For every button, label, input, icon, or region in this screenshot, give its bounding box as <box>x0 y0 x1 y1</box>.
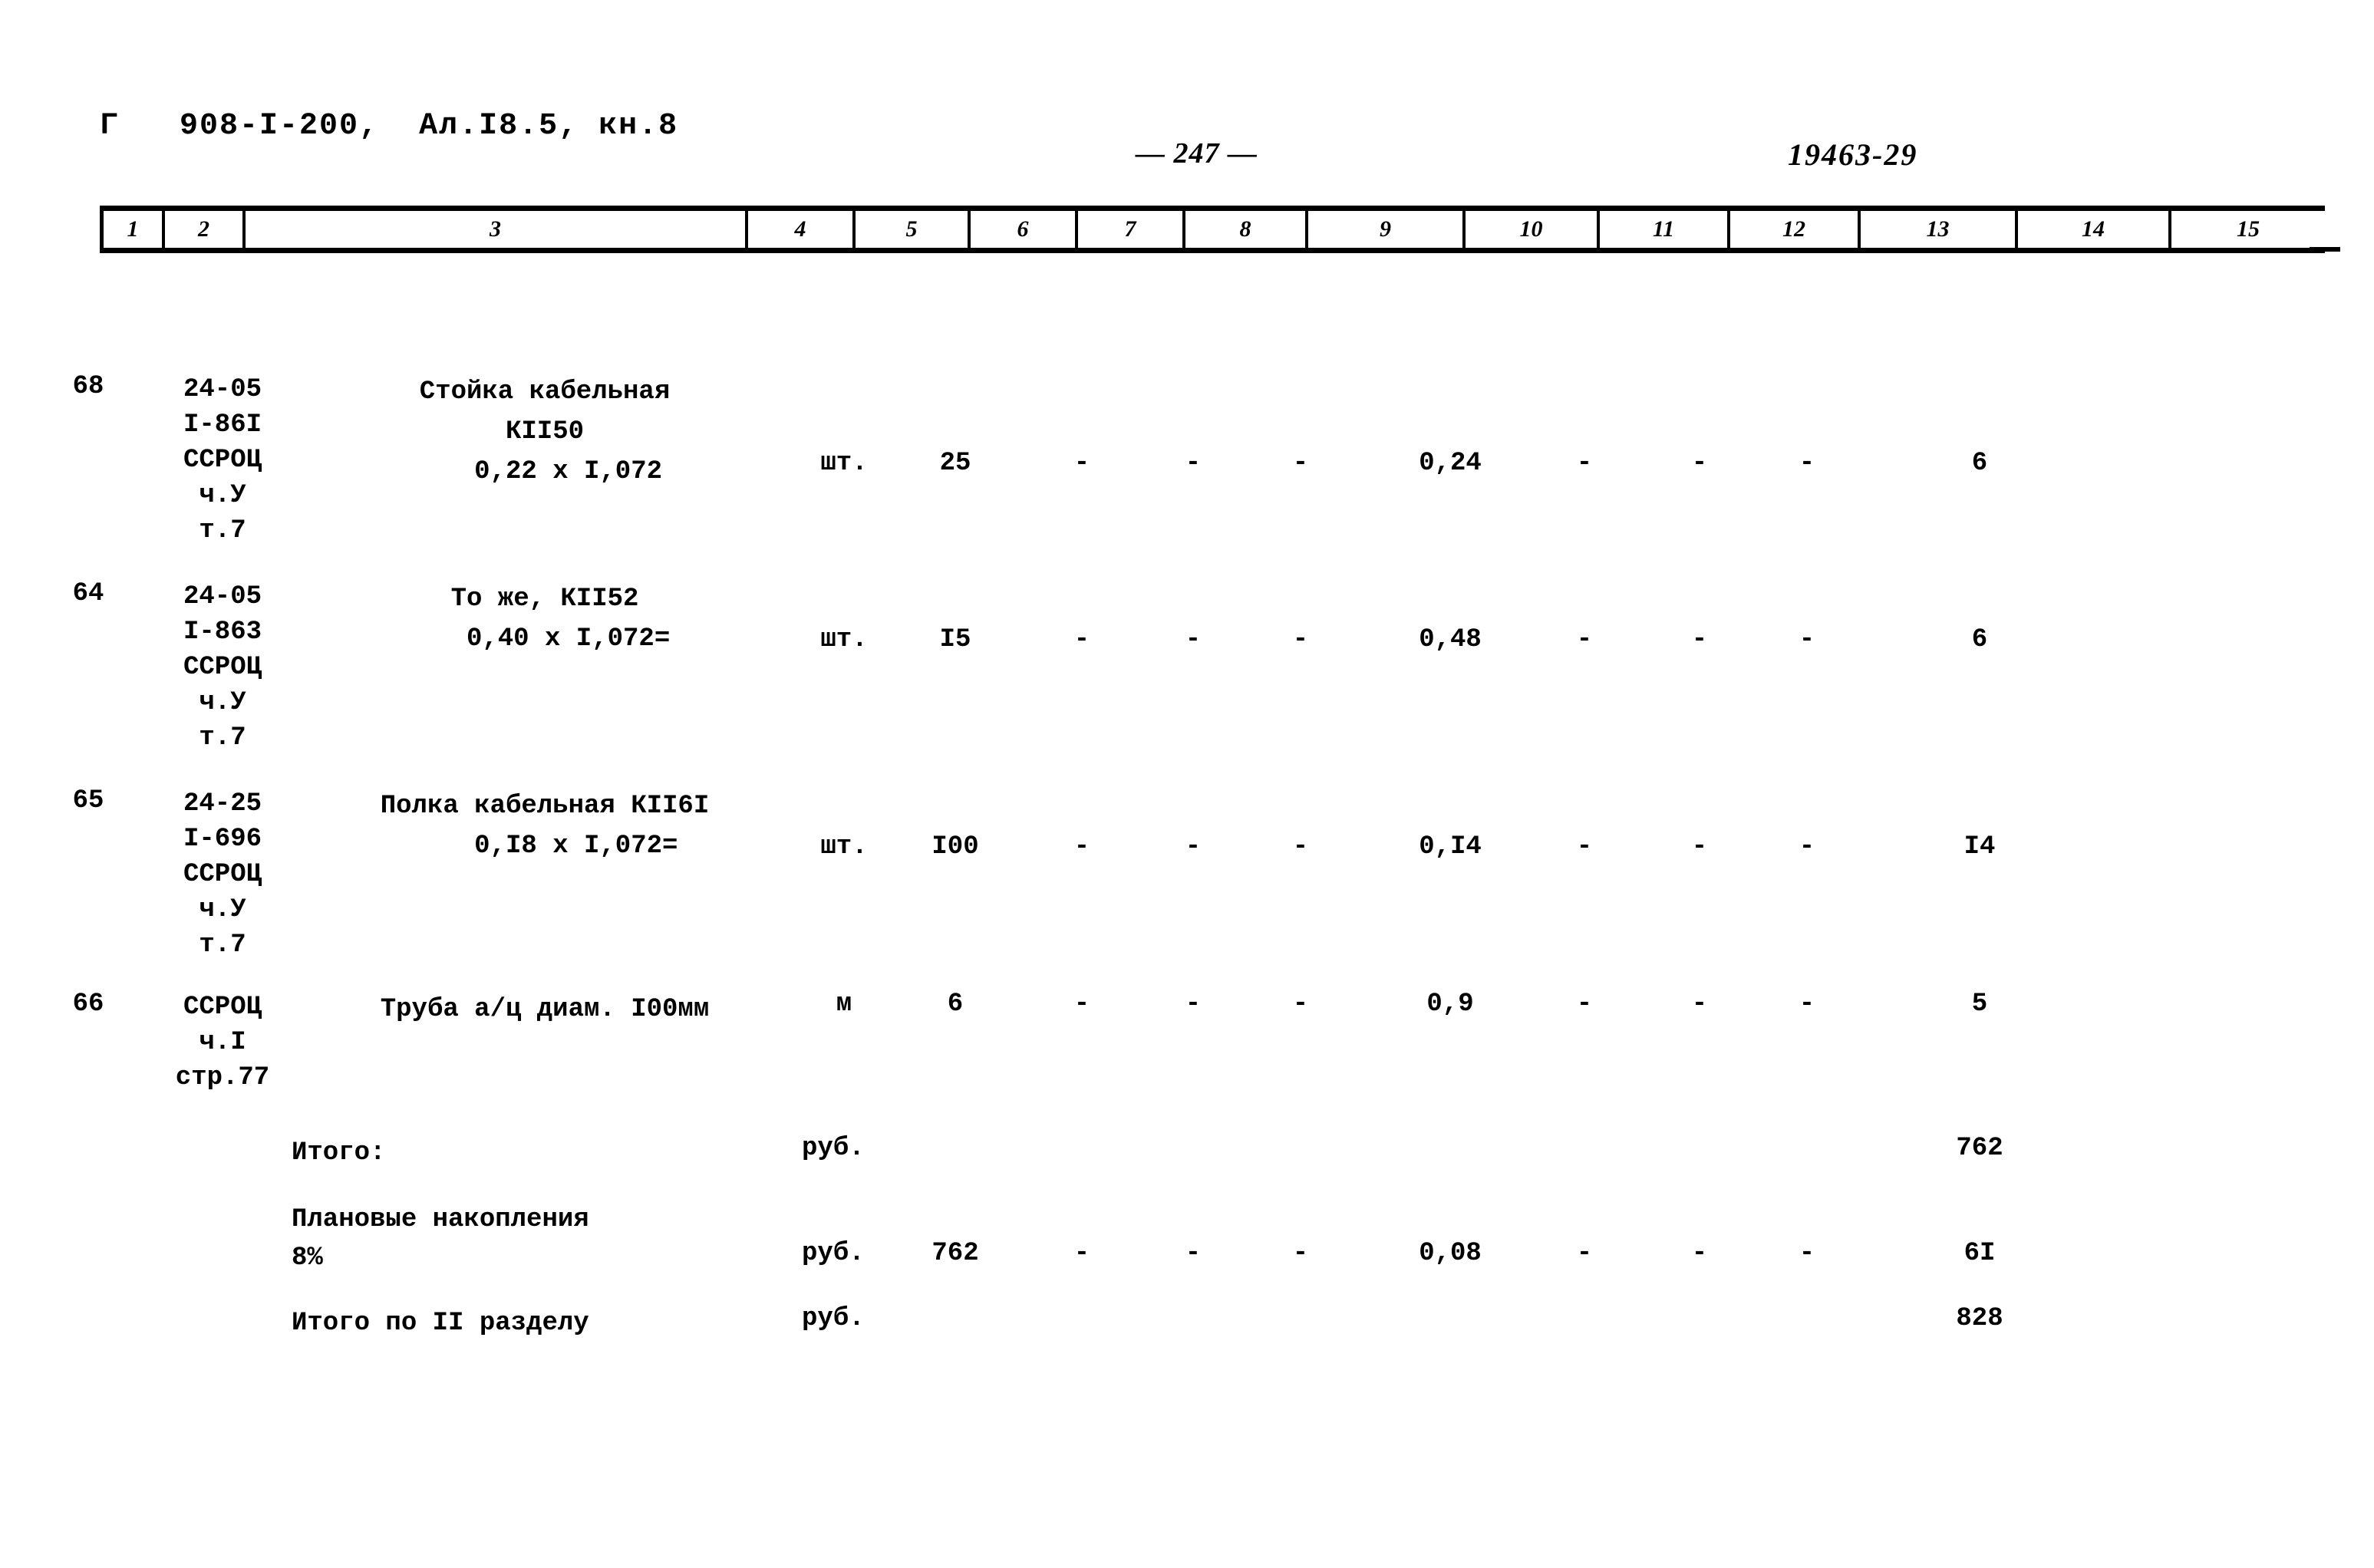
row-code: 24-25 I-696 ССРОЦ ч.У т.7 <box>183 789 262 960</box>
row-col13: 6 <box>1971 449 1988 478</box>
column-header-2: 2 <box>165 211 246 248</box>
row-number: 64 <box>72 579 104 608</box>
row-description: Стойка кабельная КII50 0,22 х I,072 <box>419 377 671 486</box>
row-col11: - <box>1691 832 1708 861</box>
row-col8: - <box>1292 990 1309 1019</box>
row-col9: 0,9 <box>1426 990 1474 1019</box>
column-header-8: 8 <box>1185 211 1308 248</box>
row-col9: 0,24 <box>1419 449 1482 478</box>
column-header-13: 13 <box>1861 211 2018 248</box>
summary-label: Итого по II разделу <box>292 1309 589 1338</box>
column-header-1: 1 <box>104 211 165 248</box>
row-number: 68 <box>72 372 104 401</box>
document-code: 19463-29 <box>1788 137 1918 172</box>
row-col10: - <box>1576 990 1593 1019</box>
summary-unit: руб. <box>802 1239 865 1268</box>
summary-col13: 762 <box>1956 1134 2003 1163</box>
row-col13: I4 <box>1963 832 1996 861</box>
row-col5: I5 <box>939 625 971 654</box>
row-col5: 6 <box>947 990 964 1019</box>
row-unit: шт. <box>820 449 868 478</box>
row-col7: - <box>1185 990 1202 1019</box>
summary-col12: - <box>1799 1239 1815 1268</box>
document-heading: Г 908-I-200, Ал.I8.5, кн.8 <box>100 109 679 143</box>
row-description: Полка кабельная КII6I 0,I8 х I,072= <box>380 792 710 861</box>
row-col13: 5 <box>1971 990 1988 1019</box>
row-number: 65 <box>72 786 104 815</box>
header-rule-tail <box>2310 247 2340 252</box>
row-col10: - <box>1576 625 1593 654</box>
row-col8: - <box>1292 625 1309 654</box>
row-col12: - <box>1799 625 1815 654</box>
summary-col13: 828 <box>1956 1304 2003 1333</box>
row-col5: I00 <box>931 832 979 861</box>
summary-label: Плановые накопления 8% <box>292 1205 589 1273</box>
row-col11: - <box>1691 625 1708 654</box>
summary-unit: руб. <box>802 1304 865 1333</box>
column-header-7: 7 <box>1078 211 1185 248</box>
table-column-header: 1 2 3 4 5 6 7 8 9 10 11 12 13 14 15 <box>100 206 2325 253</box>
row-code: ССРОЦ ч.I стр.77 <box>175 993 270 1092</box>
column-header-4: 4 <box>748 211 856 248</box>
row-col5: 25 <box>939 449 971 478</box>
summary-col9: 0,08 <box>1419 1239 1482 1268</box>
row-number: 66 <box>72 990 104 1019</box>
row-col6: - <box>1073 625 1090 654</box>
row-col7: - <box>1185 625 1202 654</box>
column-header-9: 9 <box>1308 211 1466 248</box>
row-code: 24-05 I-86I ССРОЦ ч.У т.7 <box>183 375 262 545</box>
summary-col13: 6I <box>1963 1239 1996 1268</box>
row-description: То же, КII52 0,40 х I,072= <box>450 585 671 654</box>
column-header-12: 12 <box>1730 211 1861 248</box>
row-col6: - <box>1073 990 1090 1019</box>
summary-col6: - <box>1073 1239 1090 1268</box>
row-unit: м <box>836 990 852 1019</box>
column-header-5: 5 <box>856 211 971 248</box>
row-col8: - <box>1292 449 1309 478</box>
row-col10: - <box>1576 832 1593 861</box>
row-col12: - <box>1799 832 1815 861</box>
column-header-15: 15 <box>2237 216 2260 242</box>
row-col10: - <box>1576 449 1593 478</box>
row-col6: - <box>1073 449 1090 478</box>
page-number: — 247 — <box>1136 137 1258 170</box>
column-header-10: 10 <box>1466 211 1600 248</box>
column-header-3: 3 <box>246 211 748 248</box>
scanned-document-page: Г 908-I-200, Ал.I8.5, кн.8 — 247 — 19463… <box>0 0 2374 1568</box>
row-col13: 6 <box>1971 625 1988 654</box>
summary-col5: 762 <box>931 1239 979 1268</box>
summary-col11: - <box>1691 1239 1708 1268</box>
row-col7: - <box>1185 832 1202 861</box>
summary-col10: - <box>1576 1239 1593 1268</box>
column-header-14: 14 <box>2018 211 2171 248</box>
row-col9: 0,48 <box>1419 625 1482 654</box>
summary-label: Итого: <box>292 1138 386 1168</box>
summary-col8: - <box>1292 1239 1309 1268</box>
row-col12: - <box>1799 449 1815 478</box>
summary-unit: руб. <box>802 1134 865 1163</box>
summary-col7: - <box>1185 1239 1202 1268</box>
row-col11: - <box>1691 990 1708 1019</box>
row-col12: - <box>1799 990 1815 1019</box>
row-code: 24-05 I-863 ССРОЦ ч.У т.7 <box>183 582 262 753</box>
row-description: Труба а/ц диам. I00мм <box>380 995 710 1024</box>
row-col9: 0,I4 <box>1419 832 1482 861</box>
row-col8: - <box>1292 832 1309 861</box>
row-unit: шт. <box>820 625 868 654</box>
column-header-11: 11 <box>1600 211 1730 248</box>
column-header-6: 6 <box>971 211 1078 248</box>
row-col11: - <box>1691 449 1708 478</box>
row-unit: шт. <box>820 832 868 861</box>
row-col6: - <box>1073 832 1090 861</box>
row-col7: - <box>1185 449 1202 478</box>
